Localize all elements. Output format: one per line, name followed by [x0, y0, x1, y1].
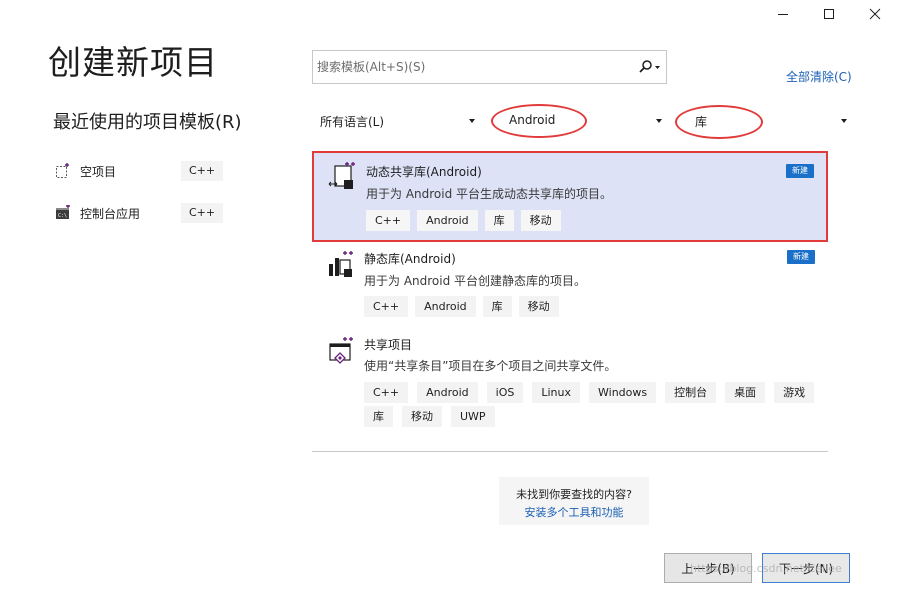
recent-item-label: 空项目	[80, 164, 117, 179]
divider	[312, 451, 828, 452]
template-name: 共享项目	[364, 338, 413, 352]
not-found-panel: 未找到你要查找的内容? 安装多个工具和功能	[499, 477, 649, 525]
tag: C++	[364, 382, 409, 403]
language-filter-dropdown[interactable]: 所有语言(L)	[312, 104, 479, 138]
static-library-icon	[326, 250, 354, 280]
project-type-filter-dropdown[interactable]: 库	[676, 104, 851, 138]
template-tags: C++ Android iOS Linux Windows 控制台 桌面 游戏 …	[364, 382, 824, 427]
back-button[interactable]: 上一步(B)	[664, 553, 752, 583]
template-name: 动态共享库(Android)	[366, 165, 482, 179]
empty-project-icon	[55, 163, 71, 179]
close-button[interactable]	[852, 0, 898, 28]
minimize-icon	[778, 14, 788, 15]
tag: Android	[415, 296, 476, 317]
chevron-down-icon	[841, 119, 847, 123]
template-name: 静态库(Android)	[364, 252, 456, 266]
template-dynamic-shared-library[interactable]: 动态共享库(Android) 用于为 Android 平台生成动态共享库的项目。…	[312, 151, 828, 242]
install-tools-link[interactable]: 安装多个工具和功能	[499, 504, 649, 520]
language-filter-value: 所有语言(L)	[320, 115, 385, 129]
tag: UWP	[451, 406, 495, 427]
project-type-filter-value: 库	[695, 115, 708, 129]
not-found-question: 未找到你要查找的内容?	[516, 488, 632, 501]
maximize-button[interactable]	[806, 0, 852, 28]
search-box	[312, 50, 667, 84]
recent-item-empty-project[interactable]: 空项目 C++	[55, 158, 225, 184]
tag: C++	[366, 210, 411, 231]
tag: 库	[364, 406, 393, 427]
maximize-icon	[824, 9, 834, 19]
minimize-button[interactable]	[760, 0, 806, 28]
language-tag: C++	[181, 161, 224, 181]
search-icon	[639, 60, 660, 73]
tag: Windows	[589, 382, 657, 403]
search-button[interactable]	[636, 57, 664, 77]
tag: 移动	[402, 406, 442, 427]
tag: iOS	[486, 382, 524, 403]
tag: 控制台	[665, 382, 717, 403]
language-tag: C++	[181, 203, 224, 223]
tag: C++	[364, 296, 409, 317]
tag: 移动	[520, 210, 561, 231]
new-badge: 新建	[787, 250, 815, 264]
tag: 桌面	[725, 382, 766, 403]
template-description: 用于为 Android 平台生成动态共享库的项目。	[366, 187, 613, 201]
close-icon	[869, 8, 881, 20]
template-shared-project[interactable]: 共享项目 使用“共享条目”项目在多个项目之间共享文件。 C++ Android …	[312, 328, 828, 438]
recent-item-console-app[interactable]: C:\ 控制台应用 C++	[55, 200, 225, 226]
template-static-library[interactable]: 静态库(Android) 用于为 Android 平台创建静态库的项目。 新建 …	[312, 242, 828, 328]
tag: 库	[482, 296, 512, 317]
svg-text:C:\: C:\	[58, 213, 67, 219]
tag: 游戏	[774, 382, 815, 403]
template-tags: C++ Android 库 移动	[364, 296, 824, 317]
tag: Android	[417, 210, 478, 231]
tag: 移动	[518, 296, 559, 317]
template-tags: C++ Android 库 移动	[366, 210, 826, 231]
clear-all-link[interactable]: 全部清除(C)	[786, 68, 852, 85]
template-description: 用于为 Android 平台创建静态库的项目。	[364, 274, 587, 288]
page-title: 创建新项目	[48, 43, 218, 82]
platform-filter-dropdown[interactable]: Android	[492, 104, 666, 138]
tag: 库	[484, 210, 514, 231]
new-badge: 新建	[786, 164, 814, 178]
platform-filter-value: Android	[509, 113, 556, 127]
shared-library-icon	[328, 161, 356, 191]
tag: Linux	[532, 382, 580, 403]
console-app-icon: C:\	[55, 205, 71, 221]
recent-item-label: 控制台应用	[80, 206, 141, 221]
next-button[interactable]: 下一步(N)	[762, 553, 850, 583]
shared-project-icon	[326, 336, 354, 366]
chevron-down-icon	[469, 119, 475, 123]
tag: Android	[417, 382, 478, 403]
search-input[interactable]	[317, 51, 627, 83]
recent-templates-heading: 最近使用的项目模板(R)	[53, 112, 242, 133]
template-description: 使用“共享条目”项目在多个项目之间共享文件。	[364, 359, 617, 373]
chevron-down-icon	[656, 119, 662, 123]
